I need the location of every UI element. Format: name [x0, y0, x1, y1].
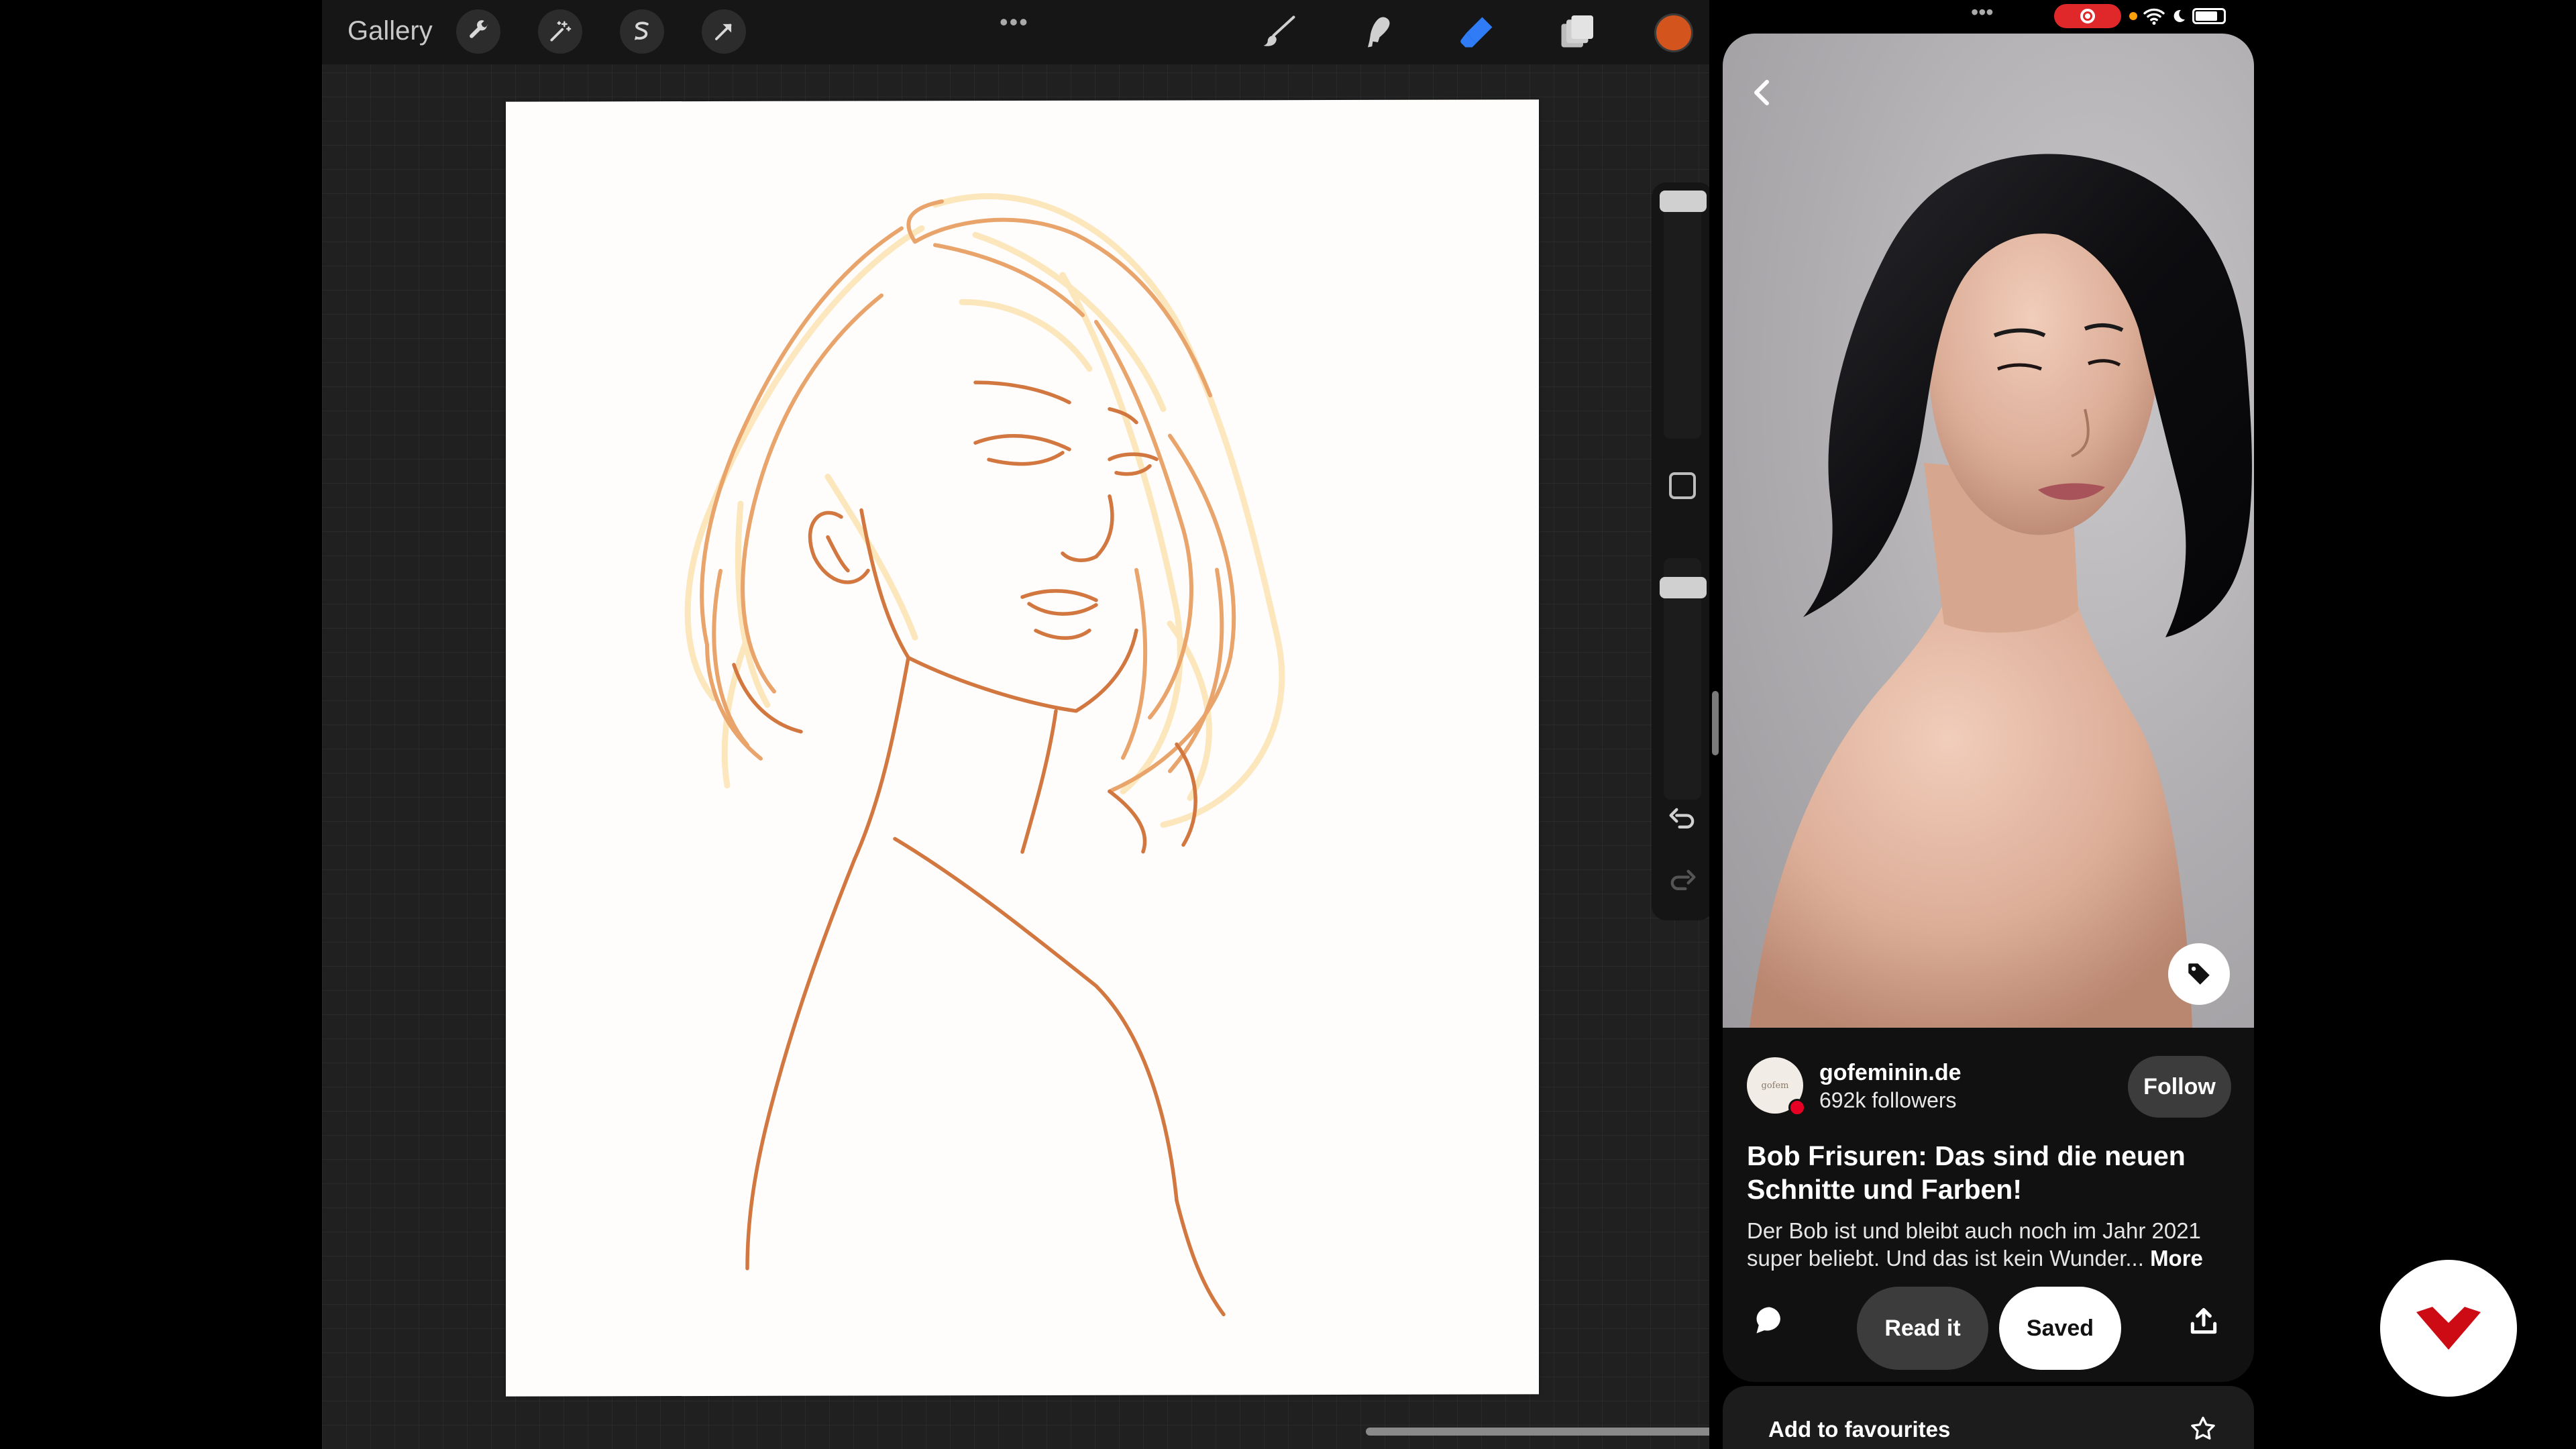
read-it-button[interactable]: Read it	[1857, 1287, 1988, 1370]
procreate-app: Gallery •••	[322, 0, 1709, 1449]
microphone-in-use-icon	[2129, 12, 2137, 20]
screen-recording-indicator[interactable]	[2054, 4, 2121, 28]
procreate-toolbar: Gallery •••	[322, 0, 1709, 64]
adjustments-button[interactable]	[538, 9, 582, 54]
selection-button[interactable]	[620, 9, 664, 54]
add-to-favourites-label: Add to favourites	[1768, 1417, 1951, 1442]
undo-button[interactable]	[1665, 802, 1700, 837]
more-link[interactable]: More	[2150, 1246, 2203, 1271]
wrench-icon	[470, 20, 488, 38]
pin-description: Der Bob ist und bleibt auch noch im Jahr…	[1747, 1217, 2237, 1272]
watermark-logo	[2380, 1260, 2517, 1397]
wifi-icon	[2143, 8, 2165, 25]
undo-icon	[1669, 808, 1695, 828]
layers-icon	[1561, 15, 1593, 48]
split-view-handle[interactable]	[1712, 691, 1719, 755]
pin-description-text: Der Bob ist und bleibt auch noch im Jahr…	[1747, 1218, 2201, 1271]
back-button[interactable]	[1736, 66, 1790, 119]
pin-details: gofem gofeminin.de 692k followers Follow…	[1723, 1028, 2254, 1382]
avatar-logo-text: gofem	[1761, 1080, 1789, 1091]
actions-wrench-button[interactable]	[456, 9, 500, 54]
pin-title: Bob Frisuren: Das sind die neuen Schnitt…	[1747, 1140, 2186, 1205]
smudge-icon	[1368, 17, 1390, 48]
chevron-left-icon	[1754, 80, 1769, 105]
pin-image[interactable]	[1723, 34, 2254, 1028]
gallery-button[interactable]: Gallery	[347, 16, 433, 46]
smudge-tool-button[interactable]	[1355, 9, 1401, 55]
battery-icon	[2192, 8, 2226, 24]
status-bar: •••	[1723, 0, 2254, 34]
do-not-disturb-moon-icon	[2174, 9, 2185, 22]
brush-tool-button[interactable]	[1256, 9, 1301, 55]
brush-icon	[1263, 15, 1295, 46]
more-options-dots[interactable]: •••	[1000, 8, 1029, 36]
comment-bubble-icon	[1756, 1307, 1780, 1334]
eraser-icon	[1460, 17, 1493, 48]
magic-wand-icon	[550, 21, 572, 42]
color-picker-button[interactable]	[1654, 13, 1693, 52]
transform-button[interactable]	[702, 9, 746, 54]
follow-button[interactable]: Follow	[2128, 1056, 2231, 1118]
portrait-photo	[1750, 154, 2252, 1028]
layers-button[interactable]	[1554, 9, 1599, 55]
saved-button[interactable]: Saved	[1999, 1287, 2121, 1370]
redo-icon	[1670, 869, 1696, 890]
verified-badge-icon	[1788, 1099, 1806, 1116]
side-slider-bar	[1652, 182, 1709, 920]
drawing-canvas[interactable]	[506, 99, 1539, 1397]
share-button[interactable]	[2187, 1304, 2227, 1344]
add-to-favourites-row[interactable]: Add to favourites	[1723, 1386, 2254, 1449]
modify-button[interactable]	[1669, 472, 1696, 499]
red-chevron-logo-icon	[2416, 1307, 2481, 1350]
comment-button[interactable]	[1752, 1303, 1792, 1343]
status-icons	[2129, 4, 2226, 28]
creator-followers: 692k followers	[1819, 1088, 1957, 1112]
pinterest-app: ••• gofem gofeminin.de 692k followers Fo…	[1723, 0, 2254, 1449]
record-icon	[2080, 9, 2095, 23]
sketch-portrait	[684, 193, 1285, 1317]
star-icon[interactable]	[2188, 1414, 2220, 1446]
brush-size-thumb[interactable]	[1660, 191, 1707, 212]
creator-name[interactable]: gofeminin.de	[1819, 1060, 1962, 1086]
tag-icon	[2188, 963, 2210, 985]
eraser-tool-button[interactable]	[1454, 9, 1500, 55]
selection-icon	[634, 21, 649, 40]
product-tag-button[interactable]	[2168, 943, 2230, 1005]
transform-arrow-icon	[715, 23, 732, 40]
opacity-thumb[interactable]	[1660, 577, 1707, 598]
share-upload-icon	[2190, 1307, 2217, 1334]
redo-button[interactable]	[1665, 864, 1700, 899]
multitasking-dots[interactable]: •••	[1971, 0, 1994, 25]
brush-size-slider[interactable]	[1664, 197, 1701, 439]
home-indicator[interactable]	[1366, 1428, 1709, 1436]
